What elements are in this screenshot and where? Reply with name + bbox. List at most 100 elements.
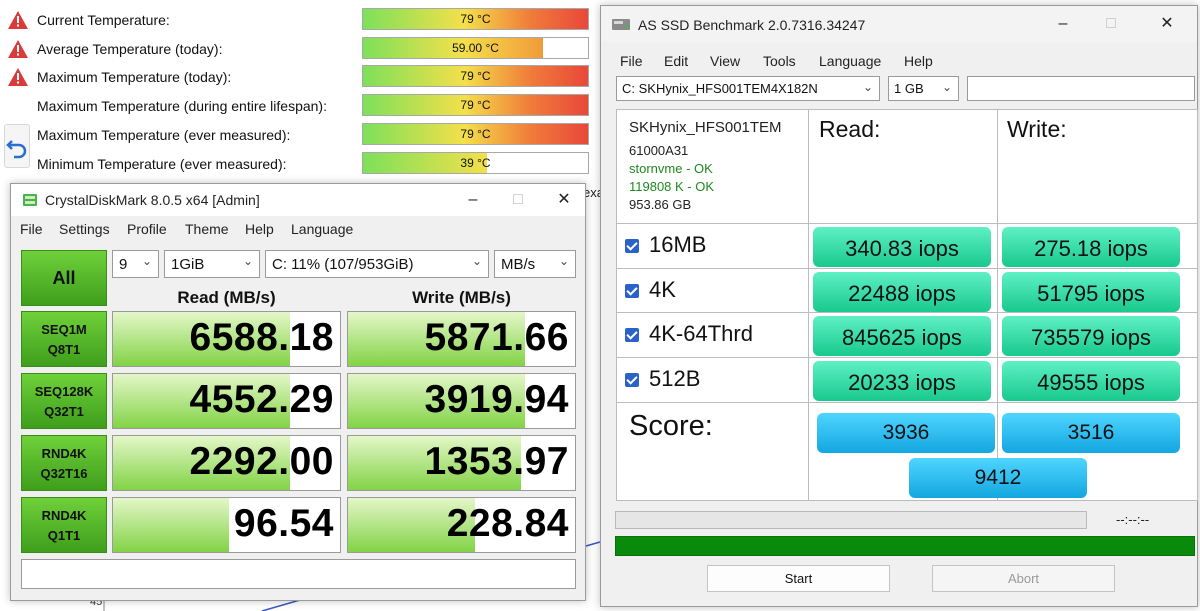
write-score: 3516 [1002, 413, 1180, 453]
test-count-select[interactable]: 9 ⌄ [112, 250, 159, 278]
read-result: 2292.00 [112, 435, 341, 491]
abort-button[interactable]: Abort [932, 565, 1115, 592]
results-grid: SKHynix_HFS001TEM 61000A31 stornvme - OK… [616, 109, 1198, 501]
menu-help[interactable]: Help [904, 53, 933, 69]
test-name: SEQ128K [34, 384, 94, 399]
write-iops: 49555 iops [1002, 361, 1180, 401]
checkbox[interactable] [625, 239, 639, 253]
test-label: 512B [649, 366, 701, 391]
test-label: 4K-64Thrd [649, 321, 753, 346]
drive-capacity: 953.86 GB [629, 197, 692, 212]
test-params: Q1T1 [47, 528, 81, 543]
comment-field[interactable] [21, 559, 576, 589]
test-name: SEQ1M [41, 322, 87, 337]
crystaldiskmark-window: CrystalDiskMark 8.0.5 x64 [Admin] – □ ✕ … [10, 183, 586, 601]
write-column-header: Write (MB/s) [412, 288, 511, 307]
chevron-down-icon: ⌄ [141, 254, 152, 268]
test-label: 16MB [649, 232, 707, 257]
read-result: 96.54 [112, 497, 341, 553]
menu-language[interactable]: Language [819, 53, 881, 69]
all-button[interactable]: All [21, 250, 107, 306]
elapsed-timer: --:--:-- [1116, 512, 1150, 527]
menu-tools[interactable]: Tools [763, 53, 796, 69]
read-result: 6588.18 [112, 311, 341, 367]
title-bar: AS SSD Benchmark 2.0.7316.34247 – □ ✕ [601, 6, 1197, 42]
test-button-rnd4k-q1t1[interactable]: RND4K Q1T1 [21, 497, 107, 553]
checkbox[interactable] [625, 373, 639, 387]
test-name: RND4K [41, 446, 87, 461]
read-column-header: Read (MB/s) [177, 288, 276, 307]
size-select[interactable]: 1 GB ⌄ [888, 76, 959, 101]
title-bar: CrystalDiskMark 8.0.5 x64 [Admin] – □ ✕ [11, 184, 585, 216]
start-button[interactable]: Start [707, 565, 890, 592]
write-result: 3919.94 [347, 373, 576, 429]
score-label: Score: [629, 410, 713, 442]
write-result: 1353.97 [347, 435, 576, 491]
unit-value: MB/s [501, 256, 536, 273]
minimize-button[interactable]: – [1041, 8, 1085, 40]
test-button-seq1m[interactable]: SEQ1M Q8T1 [21, 311, 107, 367]
test-params: Q32T16 [40, 466, 88, 481]
drive-model: SKHynix_HFS001TEM [629, 119, 782, 136]
menu-theme[interactable]: Theme [185, 221, 229, 237]
chevron-down-icon: ⌄ [862, 80, 873, 94]
read-column-header: Read: [819, 116, 881, 142]
write-iops: 735579 iops [1002, 316, 1180, 356]
overall-progress-bar [615, 536, 1195, 556]
disk-app-icon [23, 194, 37, 206]
write-column-header: Write: [1007, 116, 1067, 142]
drive-select[interactable]: C: SKHynix_HFS001TEM4X182N ⌄ [616, 76, 880, 101]
write-value: 3919.94 [424, 378, 569, 421]
drive-value: C: SKHynix_HFS001TEM4X182N [622, 81, 818, 96]
write-result: 5871.66 [347, 311, 576, 367]
menu-profile[interactable]: Profile [127, 221, 167, 237]
drive-value: C: 11% (107/953GiB) [272, 256, 414, 273]
test-size-value: 1GiB [171, 256, 205, 273]
read-value: 96.54 [233, 502, 334, 545]
menu-view[interactable]: View [710, 53, 740, 69]
test-button-rnd4k-q32t16[interactable]: RND4K Q32T16 [21, 435, 107, 491]
menu-file[interactable]: File [620, 53, 643, 69]
test-params: Q32T1 [44, 404, 84, 419]
read-value: 2292.00 [189, 440, 334, 483]
read-score: 3936 [817, 413, 995, 453]
as-ssd-window: AS SSD Benchmark 2.0.7316.34247 – □ ✕ Fi… [600, 5, 1198, 607]
read-value: 4552.29 [189, 378, 334, 421]
menu-edit[interactable]: Edit [664, 53, 688, 69]
test-count-value: 9 [119, 256, 128, 273]
test-name: RND4K [41, 508, 87, 523]
read-iops: 20233 iops [813, 361, 991, 401]
chevron-down-icon: ⌄ [242, 254, 253, 268]
checkbox[interactable] [625, 328, 639, 342]
maximize-button[interactable]: □ [496, 184, 540, 216]
close-button[interactable]: ✕ [1145, 8, 1189, 40]
test-button-seq128k[interactable]: SEQ128K Q32T1 [21, 373, 107, 429]
write-value: 1353.97 [424, 440, 569, 483]
read-iops: 22488 iops [813, 272, 991, 312]
drive-select[interactable]: C: 11% (107/953GiB) ⌄ [265, 250, 489, 278]
checkbox[interactable] [625, 284, 639, 298]
menu-file[interactable]: File [20, 221, 43, 237]
write-value: 228.84 [446, 502, 569, 545]
chevron-down-icon: ⌄ [941, 80, 952, 94]
menu-language[interactable]: Language [291, 221, 353, 237]
alignment-status: 119808 K - OK [629, 179, 715, 194]
test-params: Q8T1 [47, 342, 81, 357]
ssd-app-icon [612, 19, 630, 30]
minimize-button[interactable]: – [451, 184, 495, 216]
read-iops: 340.83 iops [813, 227, 991, 267]
chevron-down-icon: ⌄ [558, 254, 569, 268]
drive-firmware: 61000A31 [629, 143, 689, 158]
menu-bar: File Edit View Tools Language Help [601, 48, 1197, 72]
test-size-select[interactable]: 1GiB ⌄ [164, 250, 260, 278]
menu-settings[interactable]: Settings [59, 221, 110, 237]
maximize-button[interactable]: □ [1089, 8, 1133, 40]
close-button[interactable]: ✕ [542, 184, 586, 216]
read-iops: 845625 iops [813, 316, 991, 356]
window-title: CrystalDiskMark 8.0.5 x64 [Admin] [45, 192, 260, 208]
unit-select[interactable]: MB/s ⌄ [494, 250, 576, 278]
window-title: AS SSD Benchmark 2.0.7316.34247 [638, 17, 866, 33]
read-result: 4552.29 [112, 373, 341, 429]
chevron-down-icon: ⌄ [471, 254, 482, 268]
menu-help[interactable]: Help [245, 221, 274, 237]
